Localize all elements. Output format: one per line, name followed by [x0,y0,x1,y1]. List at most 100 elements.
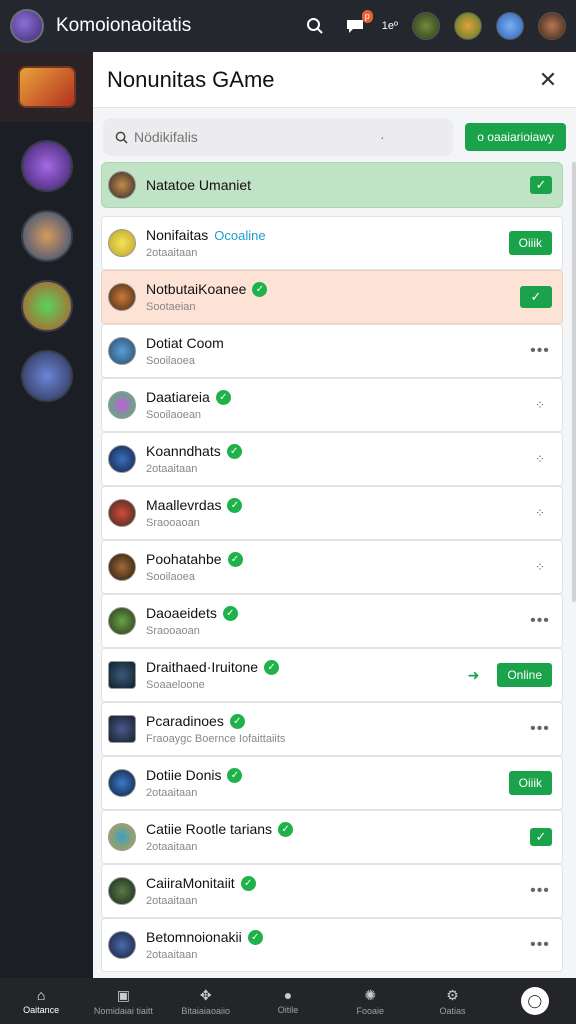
list-item-name: Natatoe Umaniet [146,177,252,193]
list-item[interactable]: Betomnoionakii ✓ 2otaaitaan ••• [101,918,563,972]
verified-icon: ✓ [227,767,243,783]
list-item-name: CaiiraMonitaiit [146,875,235,891]
list-item-subtitle: 2otaaitaan [146,247,198,259]
list-item-text: Draithaed·Iruitone ✓ Soaaeloone [146,659,468,691]
top-icons: p 1eº [302,10,566,40]
list-item-name-row: Betomnoionakii ✓ [146,929,528,945]
list-item[interactable]: Dotiat Coom Sooilaoea ••• [101,324,563,378]
list-item-name: Nonifaitas [146,227,209,243]
game-logo[interactable] [0,52,93,122]
avatar [108,229,136,257]
more-icon[interactable]: ••• [528,882,552,900]
list-item[interactable]: Daoaeidets ✓ Sraooaoan ••• [101,594,563,648]
avatar [108,769,136,797]
avatar[interactable] [412,12,440,40]
more-icon[interactable]: ••• [528,720,552,738]
drag-handle-icon[interactable]: ⁘ [528,506,552,520]
panel-header: Nonunitas GAme ✕ [93,52,576,108]
verified-icon: ✓ [227,551,243,567]
list-item-text: Poohatahbe ✓ Sooilaoea [146,551,528,583]
chat-icon[interactable]: p [342,10,373,39]
nav-item[interactable]: ▣ Nomidaiai tiaitt [82,978,164,1024]
more-icon[interactable]: ••• [528,936,552,954]
list-item[interactable]: Dotiie Donis ✓ 2otaaitaan Oiiik [101,756,563,810]
list-item[interactable]: Daatiareia ✓ Sooilaoean ⁘ [101,378,563,432]
list-item[interactable]: CaiiraMonitaiit ✓ 2otaaitaan ••• [101,864,563,918]
row-action-button[interactable]: Online [497,663,552,687]
status-tag: Ocoaline [214,227,266,243]
verified-icon: ✓ [252,281,268,297]
rail-item[interactable] [20,210,73,262]
drag-handle-icon[interactable]: ⁘ [528,452,552,466]
list-item-name-row: CaiiraMonitaiit ✓ [146,875,528,891]
app-logo[interactable] [10,9,44,43]
gear-icon: ⚙ [446,986,459,1003]
check-icon[interactable]: ✓ [530,828,552,846]
search-input[interactable] [134,129,374,145]
list-item-name-row: Catiie Rootle tarians ✓ [146,821,530,837]
list-item[interactable]: Catiie Rootle tarians ✓ 2otaaitaan ✓ [101,810,563,864]
list-item-name-row: Koanndhats ✓ [146,443,528,459]
list-item-subtitle: Sooilaoea [146,355,195,367]
nav-item[interactable]: ✺ Fooaie [329,978,411,1024]
list-item-subtitle: Fraoaygc Boernce Iofaittaiits [146,733,286,745]
nav-item-label: Bitaiaiaoaiio [181,1005,230,1016]
close-icon[interactable]: ✕ [534,67,562,93]
list-item-name: Pcaradinoes [146,713,224,729]
avatar [108,445,136,473]
more-icon[interactable]: ••• [528,342,552,360]
list-item[interactable]: Pcaradinoes ✓ Fraoaygc Boernce Iofaittaiit… [101,702,563,756]
row-action-button[interactable]: Oiiik [508,231,552,255]
list-item-subtitle: Sooilaoea [146,571,195,583]
scrollbar[interactable] [572,162,576,602]
add-friend-button[interactable]: o oaaiarioiawy [465,123,566,151]
list-item-name: Catiie Rootle tarians [146,821,273,837]
list-item[interactable]: Draithaed·Iruitone ✓ Soaaeloone ➜ Online [101,648,563,702]
more-icon[interactable]: ••• [528,612,552,630]
list-item[interactable]: Natatoe Umaniet ✓ [101,162,563,208]
list-item-text: Dotiat Coom Sooilaoea [146,335,528,367]
nav-item[interactable]: ◯ [494,978,576,1024]
list-item-name: Dotiat Coom [146,335,224,351]
nav-item-label: Oitile [277,1005,299,1015]
list-item-text: Natatoe Umaniet [146,177,530,193]
check-icon[interactable]: ✓ [520,286,552,308]
row-action-button[interactable]: Oiiik [508,771,552,795]
drag-handle-icon[interactable]: ⁘ [528,560,552,574]
nav-item[interactable]: ● Oitile [247,978,329,1024]
search-icon[interactable] [302,13,328,39]
list-item[interactable]: Poohatahbe ✓ Sooilaoea ⁘ [101,540,563,594]
nav-item[interactable]: ⌂ Oaitance [0,978,82,1024]
rail-item[interactable] [20,280,73,332]
rail-item[interactable] [20,140,73,192]
search-icon [115,131,128,144]
notification-badge: p [361,10,373,23]
drag-handle-icon[interactable]: ⁘ [528,398,552,412]
search-box[interactable]: · [103,118,454,156]
avatar[interactable] [496,12,524,40]
list-item[interactable]: Koanndhats ✓ 2otaaitaan ⁘ [101,432,563,486]
list-item[interactable]: Nonifaitas Ocoaline 2otaaitaan Oiiik [101,216,563,270]
list-item[interactable]: Maallevrdas ✓ Sraooaoan ⁘ [101,486,563,540]
list-item-subtitle: Sraooaoan [146,517,200,529]
avatar [108,553,136,581]
verified-icon: ✓ [264,659,280,675]
avatar[interactable] [454,12,482,40]
verified-icon: ✓ [226,443,242,459]
list-item-subtitle: Sooilaoean [146,409,202,421]
list-item-subtitle: 2otaaitaan [146,463,198,475]
avatar[interactable] [538,12,566,40]
verified-icon: ✓ [227,497,243,513]
rail-item[interactable] [20,350,73,402]
list-item[interactable]: NotbutaiKoanee ✓ Sootaeian ✓ [101,270,563,324]
arrow-icon: ➜ [467,666,480,683]
nav-item-label: Fooaie [356,1005,385,1016]
check-icon[interactable]: ✓ [530,176,552,194]
nav-item[interactable]: ⚙ Oatias [411,978,493,1024]
avatar [108,283,136,311]
search-suffix: · [380,129,385,145]
list-item-name-row: Daatiareia ✓ [146,389,528,405]
nav-item[interactable]: ✥ Bitaiaiaoaiio [165,978,247,1024]
avatar [108,337,136,365]
list-item-subtitle: 2otaaitaan [146,895,198,907]
